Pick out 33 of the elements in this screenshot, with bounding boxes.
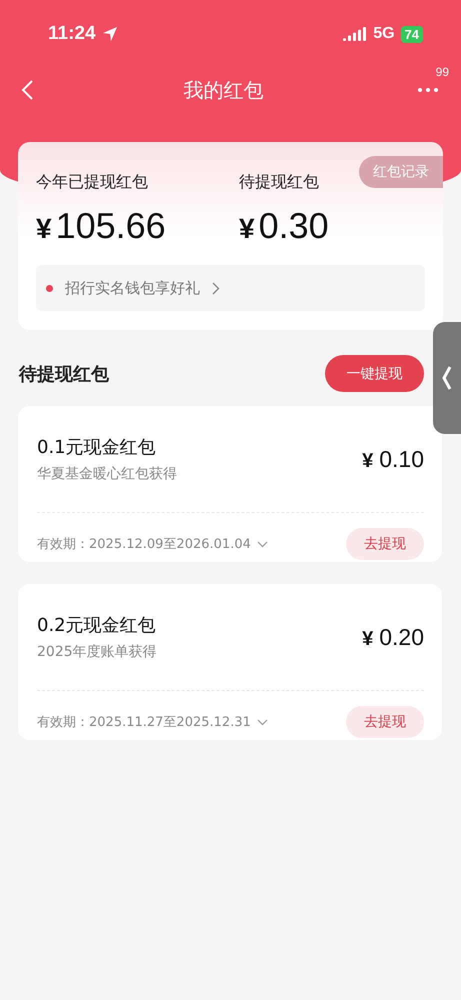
stat-amount: ¥105.66: [36, 205, 167, 247]
chevron-right-icon: [212, 282, 220, 294]
side-tab[interactable]: [433, 322, 461, 434]
packet-title: 0.1元现金红包: [37, 436, 157, 459]
chevron-down-icon[interactable]: [256, 718, 268, 726]
more-icon[interactable]: [417, 87, 439, 93]
packet-source: 华夏基金暖心红包获得: [37, 465, 177, 483]
network-label: 5G: [373, 25, 395, 43]
withdraw-button[interactable]: 去提现: [346, 528, 424, 560]
validity-text: 有效期：2025.12.09至2026.01.04: [37, 536, 251, 553]
withdraw-button[interactable]: 去提现: [346, 706, 424, 738]
records-button[interactable]: 红包记录: [359, 156, 443, 188]
page-title: 我的红包: [184, 76, 264, 104]
withdraw-all-button[interactable]: 一键提现: [325, 355, 424, 392]
validity-text: 有效期：2025.11.27至2025.12.31: [37, 714, 251, 731]
packet-title: 0.2元现金红包: [37, 614, 157, 637]
stat-label: 今年已提现红包: [36, 172, 149, 193]
location-arrow-icon: [102, 26, 118, 42]
stat-label: 待提现红包: [239, 172, 320, 193]
chevron-down-icon[interactable]: [256, 540, 268, 548]
status-time: 11:24: [48, 23, 96, 45]
packet-amount: ¥ 0.20: [362, 624, 424, 650]
packet-amount: ¥ 0.10: [362, 446, 424, 472]
notification-count: 99: [436, 65, 449, 79]
section-title: 待提现红包: [19, 362, 109, 386]
promo-banner[interactable]: 招行实名钱包享好礼: [36, 265, 425, 311]
bullet-dot-icon: [46, 284, 53, 292]
promo-text: 招行实名钱包享好礼: [65, 278, 200, 298]
chevron-left-icon: [442, 365, 452, 391]
stat-amount: ¥0.30: [239, 205, 330, 247]
back-icon[interactable]: [20, 79, 34, 101]
packet-source: 2025年度账单获得: [37, 643, 157, 661]
signal-icon: [343, 27, 368, 41]
